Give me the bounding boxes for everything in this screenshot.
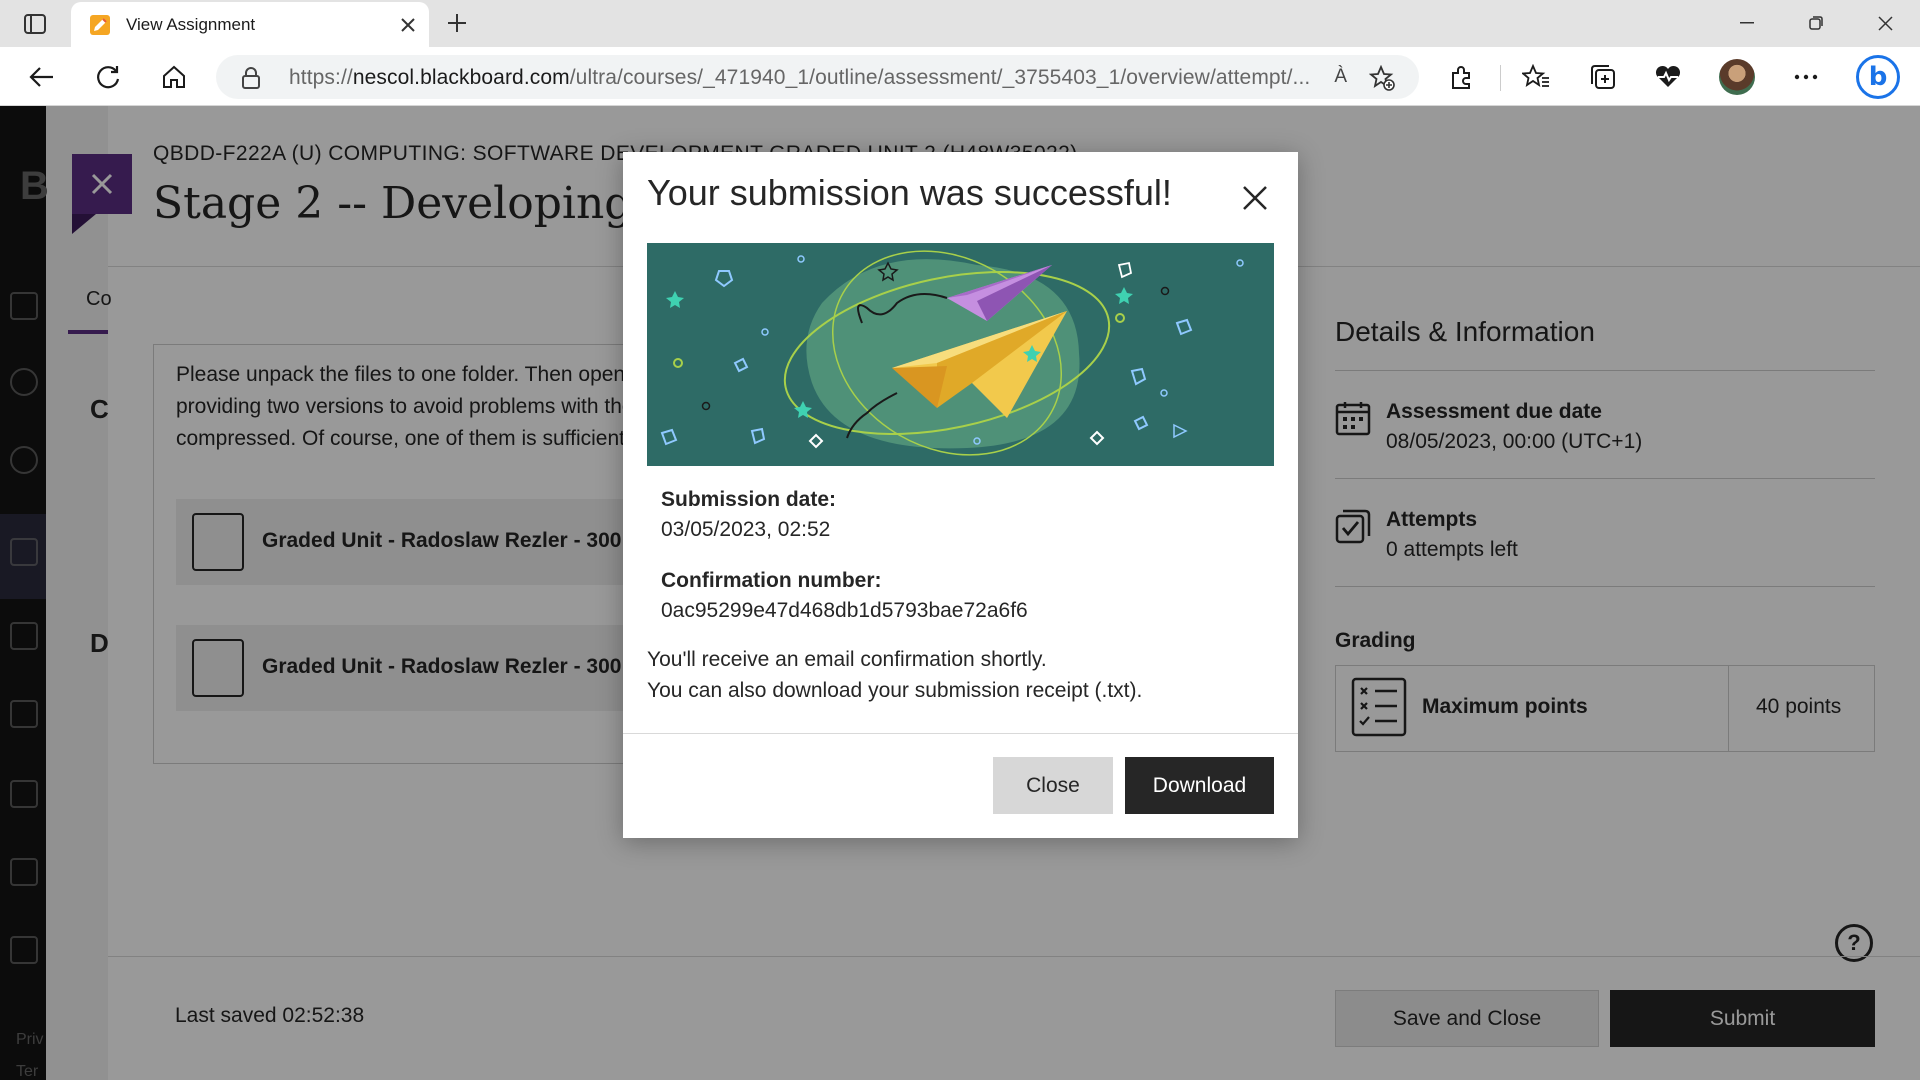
- dialog-footer-divider: [623, 733, 1298, 734]
- tab-title: View Assignment: [126, 15, 256, 34]
- window-close-icon[interactable]: [1862, 8, 1908, 38]
- browser-tab-bar: View Assignment: [0, 0, 1920, 47]
- back-icon[interactable]: [24, 59, 60, 95]
- close-icon[interactable]: [1235, 178, 1275, 218]
- close-icon[interactable]: [395, 12, 421, 38]
- browser-toolbar: https://nescol.blackboard.com/ultra/cour…: [0, 47, 1920, 106]
- profile-avatar[interactable]: [1719, 59, 1755, 95]
- restore-icon[interactable]: [1793, 8, 1839, 38]
- favorites-icon[interactable]: [1518, 59, 1554, 95]
- edit-favicon-icon: [90, 15, 110, 35]
- plus-icon[interactable]: [442, 8, 472, 38]
- health-icon[interactable]: [1650, 59, 1686, 95]
- more-icon[interactable]: [1788, 59, 1824, 95]
- receipt-download-note: You can also download your submission re…: [647, 679, 1143, 702]
- download-button[interactable]: Download: [1125, 757, 1274, 814]
- confirmation-number-label: Confirmation number:: [661, 569, 882, 592]
- lock-icon[interactable]: [242, 67, 260, 89]
- refresh-icon[interactable]: [90, 59, 126, 95]
- submission-success-dialog: Your submission was successful! Submissi…: [623, 152, 1298, 838]
- paper-plane-illustration: [647, 243, 1274, 466]
- home-icon[interactable]: [156, 59, 192, 95]
- toolbar-separator: [1500, 65, 1501, 91]
- extensions-icon[interactable]: [1444, 59, 1480, 95]
- submission-date-value: 03/05/2023, 02:52: [661, 518, 831, 541]
- favorite-add-icon[interactable]: [1368, 64, 1395, 96]
- confirmation-number-value: 0ac95299e47d468db1d5793bae72a6f6: [661, 599, 1028, 622]
- address-bar[interactable]: https://nescol.blackboard.com/ultra/cour…: [216, 55, 1419, 99]
- minimize-icon[interactable]: [1724, 8, 1770, 38]
- email-confirmation-note: You'll receive an email confirmation sho…: [647, 648, 1047, 671]
- bing-icon[interactable]: b: [1856, 55, 1900, 99]
- tab-actions-icon[interactable]: [18, 10, 52, 38]
- submission-date-label: Submission date:: [661, 488, 837, 511]
- collections-icon[interactable]: [1584, 59, 1620, 95]
- read-aloud-icon[interactable]: À: [1334, 66, 1347, 88]
- browser-tab[interactable]: View Assignment: [71, 2, 429, 47]
- close-button[interactable]: Close: [993, 757, 1113, 814]
- dialog-title: Your submission was successful!: [647, 172, 1172, 213]
- url-text[interactable]: https://nescol.blackboard.com/ultra/cour…: [289, 66, 1310, 90]
